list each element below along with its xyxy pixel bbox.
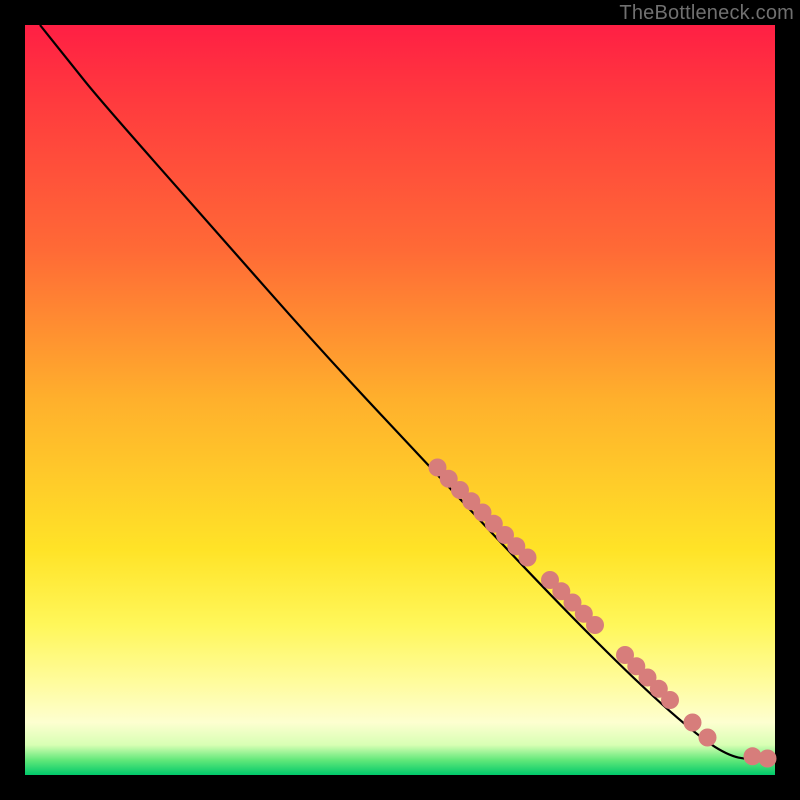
marker-point: [661, 691, 679, 709]
watermark-text: TheBottleneck.com: [619, 2, 794, 25]
marker-point: [699, 729, 717, 747]
chart-svg: [25, 25, 775, 775]
plot-area: [25, 25, 775, 775]
marker-point: [519, 549, 537, 567]
marker-point: [586, 616, 604, 634]
chart-frame: TheBottleneck.com: [0, 0, 800, 800]
marker-points: [429, 459, 777, 768]
marker-point: [684, 714, 702, 732]
marker-point: [759, 750, 777, 768]
curve-line: [40, 25, 768, 760]
